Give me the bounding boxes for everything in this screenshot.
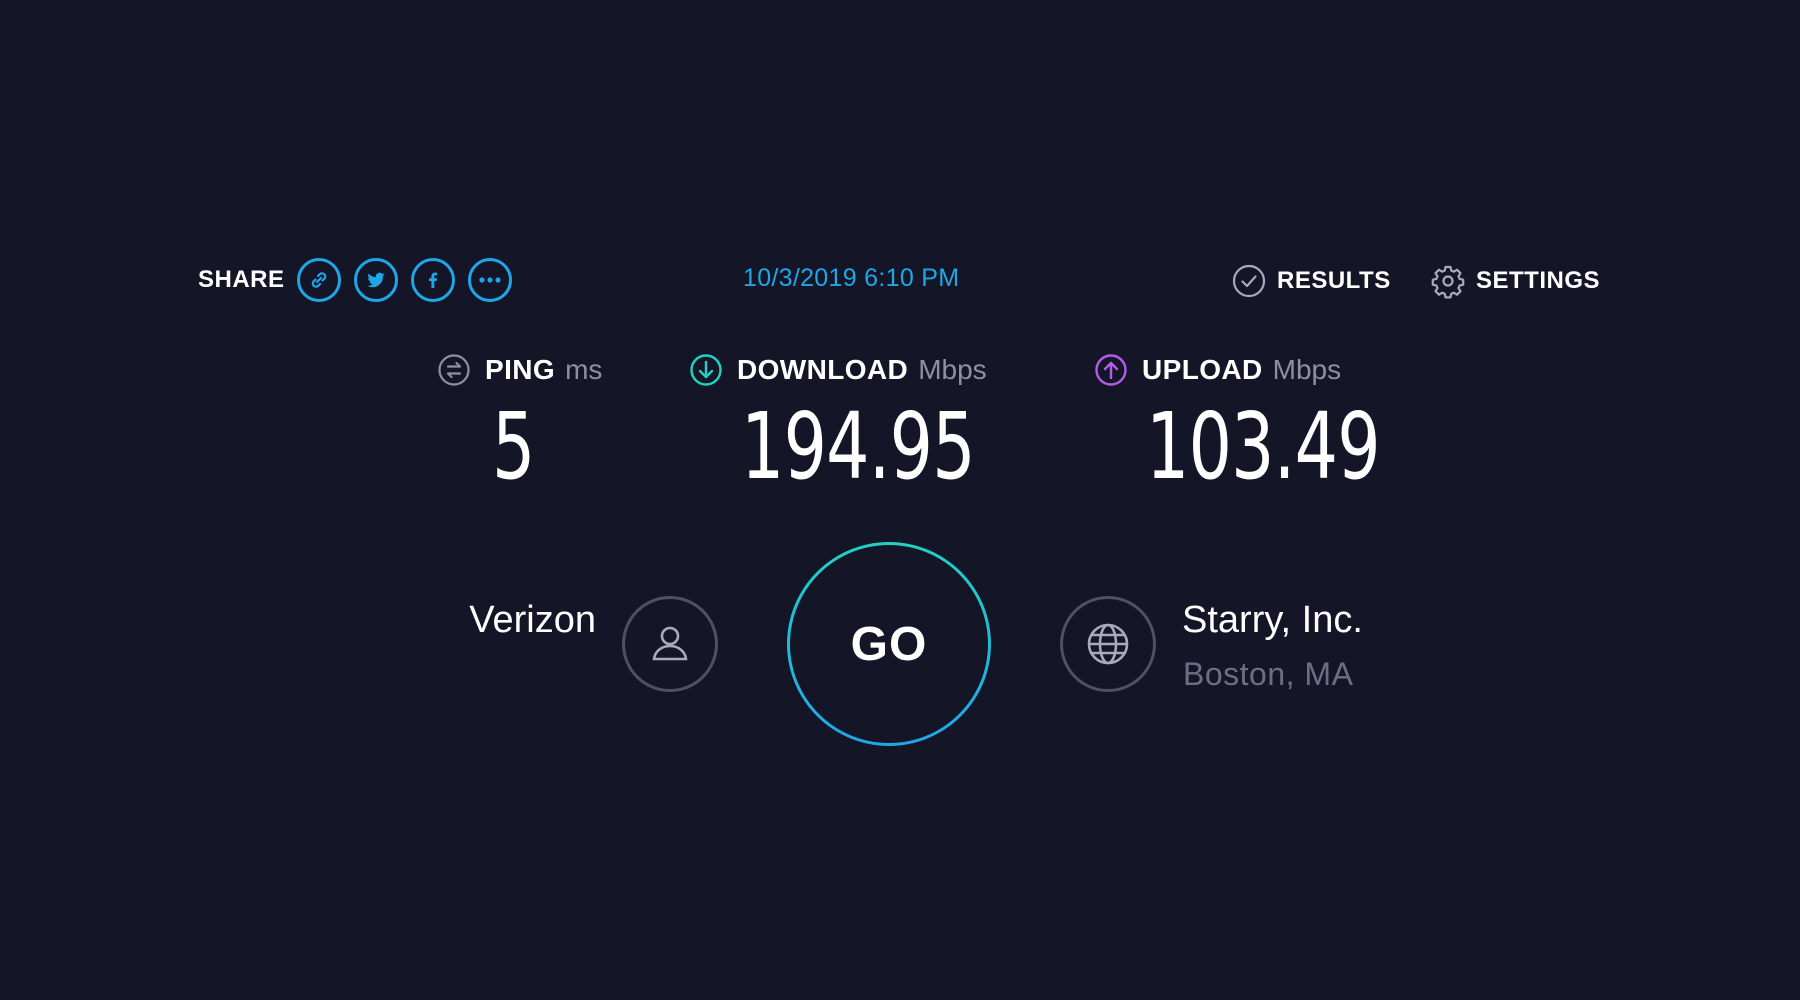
share-twitter-button[interactable] [353, 258, 398, 302]
test-timestamp: 10/3/2019 6:10 PM [743, 264, 960, 292]
upload-value: 103.49 [1146, 393, 1381, 500]
ping-unit: ms [565, 354, 603, 385]
globe-icon [1087, 623, 1129, 665]
results-link[interactable]: RESULTS [1231, 261, 1391, 301]
go-button[interactable]: GO [787, 542, 991, 746]
download-value: 194.95 [741, 393, 976, 500]
speedtest-page: SHARE 10/3/2019 6:10 PM RESULTS SETTINGS… [0, 0, 1800, 1000]
share-more-button[interactable] [467, 258, 512, 302]
isp-badge [622, 596, 718, 692]
ping-label: PING [485, 354, 556, 385]
download-metric: DOWNLOAD Mbps 194.95 [689, 350, 987, 500]
server-location: Boston, MA [1183, 656, 1354, 692]
link-icon [311, 272, 326, 288]
download-label: DOWNLOAD [737, 354, 909, 385]
share-facebook-button[interactable] [410, 258, 455, 302]
more-icon [478, 277, 501, 283]
results-label: RESULTS [1277, 267, 1391, 294]
go-label: GO [850, 617, 928, 671]
ping-metric: PING ms 5 [437, 350, 603, 500]
server-name[interactable]: Starry, Inc. [1182, 596, 1363, 644]
settings-link[interactable]: SETTINGS [1430, 261, 1600, 301]
twitter-icon [366, 272, 385, 288]
ping-value: 5 [492, 393, 535, 500]
share-label: SHARE [198, 266, 285, 293]
download-unit: Mbps [918, 354, 987, 385]
upload-unit: Mbps [1272, 354, 1342, 385]
check-circle-icon [1232, 264, 1266, 298]
upload-metric: UPLOAD Mbps 103.49 [1094, 350, 1381, 500]
user-icon [652, 626, 688, 661]
share-bar: SHARE [198, 255, 525, 305]
ping-icon [438, 354, 470, 386]
settings-label: SETTINGS [1476, 267, 1601, 294]
upload-label: UPLOAD [1142, 354, 1263, 385]
gear-icon [1431, 265, 1465, 299]
share-link-button[interactable] [296, 258, 341, 302]
facebook-icon [428, 272, 437, 288]
server-badge [1060, 596, 1156, 692]
isp-name: Verizon [469, 599, 596, 641]
download-icon [690, 354, 722, 386]
upload-icon [1095, 354, 1127, 386]
